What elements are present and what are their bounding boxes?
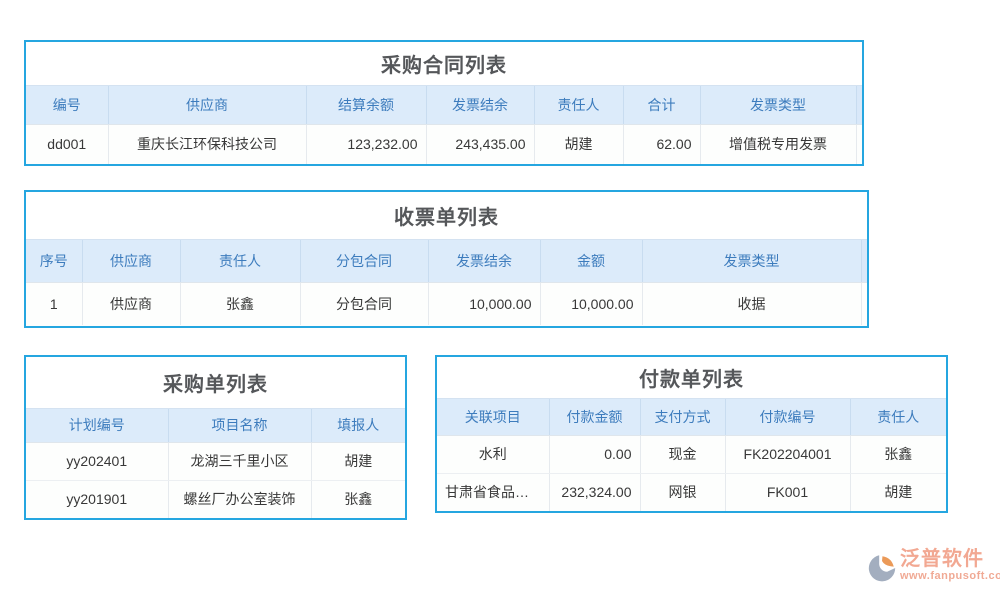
cell: 胡建 bbox=[311, 442, 405, 480]
column-header: 关联项目 bbox=[437, 399, 549, 435]
column-header: 计划编号 bbox=[26, 409, 168, 442]
fanpu-watermark: 泛普软件 www.fanpusoft.com bbox=[866, 549, 994, 593]
column-header: 发票结余 bbox=[426, 86, 534, 124]
table-row[interactable]: yy201901螺丝厂办公室装饰张鑫 bbox=[26, 480, 405, 518]
cell: 123,232.00 bbox=[306, 124, 426, 164]
header-row: 计划编号项目名称填报人 bbox=[26, 409, 405, 442]
column-header: 责任人 bbox=[850, 399, 946, 435]
column-header: 发票结余 bbox=[428, 240, 540, 282]
header-row: 关联项目付款金额支付方式付款编号责任人 bbox=[437, 399, 946, 435]
cell: 62.00 bbox=[623, 124, 700, 164]
cell: 螺丝厂办公室装饰 bbox=[168, 480, 311, 518]
cell: 232,324.00 bbox=[549, 473, 640, 511]
header-row: 编号供应商结算余额发票结余责任人合计发票类型 bbox=[26, 86, 862, 124]
receipt-list-table-title: 收票单列表 bbox=[26, 192, 867, 240]
column-header: 责任人 bbox=[180, 240, 300, 282]
column-header: 合计 bbox=[623, 86, 700, 124]
cell: 243,435.00 bbox=[426, 124, 534, 164]
cell: 胡建 bbox=[850, 473, 946, 511]
purchase-contract-table-title: 采购合同列表 bbox=[26, 42, 862, 86]
cell: 收据 bbox=[642, 282, 861, 325]
receipt-list-table: 序号供应商责任人分包合同发票结余金额发票类型1供应商张鑫分包合同10,000.0… bbox=[26, 240, 867, 325]
column-header: 金额 bbox=[540, 240, 642, 282]
fanpu-brand-text: 泛普软件 bbox=[900, 549, 1000, 569]
column-header: 发票类型 bbox=[642, 240, 861, 282]
column-header: 分包合同 bbox=[300, 240, 428, 282]
column-header: 供应商 bbox=[108, 86, 306, 124]
cell: 增值税专用发票 bbox=[700, 124, 856, 164]
column-header: 付款金额 bbox=[549, 399, 640, 435]
cell: 胡建 bbox=[534, 124, 623, 164]
receipt-list-table-card: 收票单列表 序号供应商责任人分包合同发票结余金额发票类型1供应商张鑫分包合同10… bbox=[24, 190, 869, 328]
cell: 张鑫 bbox=[850, 435, 946, 473]
cell: FK202204001 bbox=[725, 435, 850, 473]
column-header: 填报人 bbox=[311, 409, 405, 442]
cell: 10,000.00 bbox=[540, 282, 642, 325]
header-row: 序号供应商责任人分包合同发票结余金额发票类型 bbox=[26, 240, 867, 282]
scroll-strip bbox=[861, 282, 867, 325]
cell: 10,000.00 bbox=[428, 282, 540, 325]
cell: 分包合同 bbox=[300, 282, 428, 325]
scroll-strip bbox=[861, 240, 867, 282]
cell: 张鑫 bbox=[311, 480, 405, 518]
cell: 1 bbox=[26, 282, 82, 325]
fanpu-url-text: www.fanpusoft.com bbox=[900, 571, 1000, 582]
cell: dd001 bbox=[26, 124, 108, 164]
cell: 甘肃省食品药... bbox=[437, 473, 549, 511]
purchase-contract-table: 编号供应商结算余额发票结余责任人合计发票类型dd001重庆长江环保科技公司123… bbox=[26, 86, 862, 164]
purchase-contract-table-card: 采购合同列表 编号供应商结算余额发票结余责任人合计发票类型dd001重庆长江环保… bbox=[24, 40, 864, 166]
scroll-strip bbox=[856, 124, 862, 164]
cell: yy201901 bbox=[26, 480, 168, 518]
payment-list-table-card: 付款单列表 关联项目付款金额支付方式付款编号责任人水利0.00现金FK20220… bbox=[435, 355, 948, 513]
column-header: 编号 bbox=[26, 86, 108, 124]
purchase-order-table-title: 采购单列表 bbox=[26, 357, 405, 409]
table-row[interactable]: 1供应商张鑫分包合同10,000.0010,000.00收据 bbox=[26, 282, 867, 325]
purchase-order-table: 计划编号项目名称填报人yy202401龙湖三千里小区胡建yy201901螺丝厂办… bbox=[26, 409, 405, 518]
cell: 重庆长江环保科技公司 bbox=[108, 124, 306, 164]
fanpu-logo-icon bbox=[866, 552, 898, 584]
column-header: 项目名称 bbox=[168, 409, 311, 442]
column-header: 序号 bbox=[26, 240, 82, 282]
purchase-order-table-card: 采购单列表 计划编号项目名称填报人yy202401龙湖三千里小区胡建yy2019… bbox=[24, 355, 407, 520]
column-header: 付款编号 bbox=[725, 399, 850, 435]
cell: 供应商 bbox=[82, 282, 180, 325]
cell: yy202401 bbox=[26, 442, 168, 480]
cell: 水利 bbox=[437, 435, 549, 473]
column-header: 发票类型 bbox=[700, 86, 856, 124]
cell: 0.00 bbox=[549, 435, 640, 473]
payment-list-table-title: 付款单列表 bbox=[437, 357, 946, 399]
payment-list-table: 关联项目付款金额支付方式付款编号责任人水利0.00现金FK202204001张鑫… bbox=[437, 399, 946, 511]
table-row[interactable]: 甘肃省食品药...232,324.00网银FK001胡建 bbox=[437, 473, 946, 511]
table-row[interactable]: dd001重庆长江环保科技公司123,232.00243,435.00胡建62.… bbox=[26, 124, 862, 164]
column-header: 供应商 bbox=[82, 240, 180, 282]
column-header: 支付方式 bbox=[640, 399, 725, 435]
cell: 网银 bbox=[640, 473, 725, 511]
table-row[interactable]: yy202401龙湖三千里小区胡建 bbox=[26, 442, 405, 480]
cell: 张鑫 bbox=[180, 282, 300, 325]
column-header: 责任人 bbox=[534, 86, 623, 124]
table-row[interactable]: 水利0.00现金FK202204001张鑫 bbox=[437, 435, 946, 473]
scroll-strip bbox=[856, 86, 862, 124]
cell: FK001 bbox=[725, 473, 850, 511]
column-header: 结算余额 bbox=[306, 86, 426, 124]
cell: 龙湖三千里小区 bbox=[168, 442, 311, 480]
cell: 现金 bbox=[640, 435, 725, 473]
